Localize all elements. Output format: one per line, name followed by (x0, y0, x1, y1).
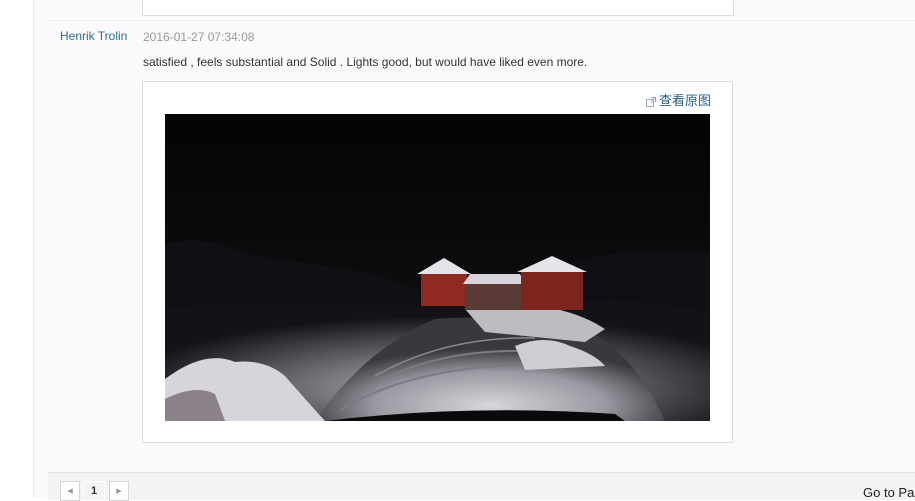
previous-review-image-box (142, 0, 734, 16)
go-to-page-label: Go to Pa (863, 485, 915, 500)
reviewer-name-link[interactable]: Henrik Trolin (60, 29, 127, 43)
review-photo[interactable] (165, 114, 710, 421)
barn-middle (463, 274, 525, 310)
review-date: 2016-01-27 07:34:08 (143, 30, 255, 44)
chevron-right-icon: ▸ (116, 485, 122, 497)
snowy-road-barn-photo (165, 114, 710, 421)
review-text: satisfied , feels substantial and Solid … (143, 55, 588, 69)
view-original-link[interactable]: 查看原图 (645, 90, 711, 109)
review-image-box: 查看原图 (142, 81, 733, 443)
prev-page-button[interactable]: ◂ (60, 481, 80, 501)
external-link-icon (645, 95, 656, 107)
next-page-button[interactable]: ▸ (109, 481, 129, 501)
chevron-left-icon: ◂ (67, 485, 73, 497)
page-number-button[interactable]: 1 (83, 481, 105, 501)
review-divider (48, 20, 915, 21)
pagination-bar: ◂ 1 ▸ Go to Pa (48, 472, 915, 501)
view-original-label: 查看原图 (658, 93, 711, 108)
